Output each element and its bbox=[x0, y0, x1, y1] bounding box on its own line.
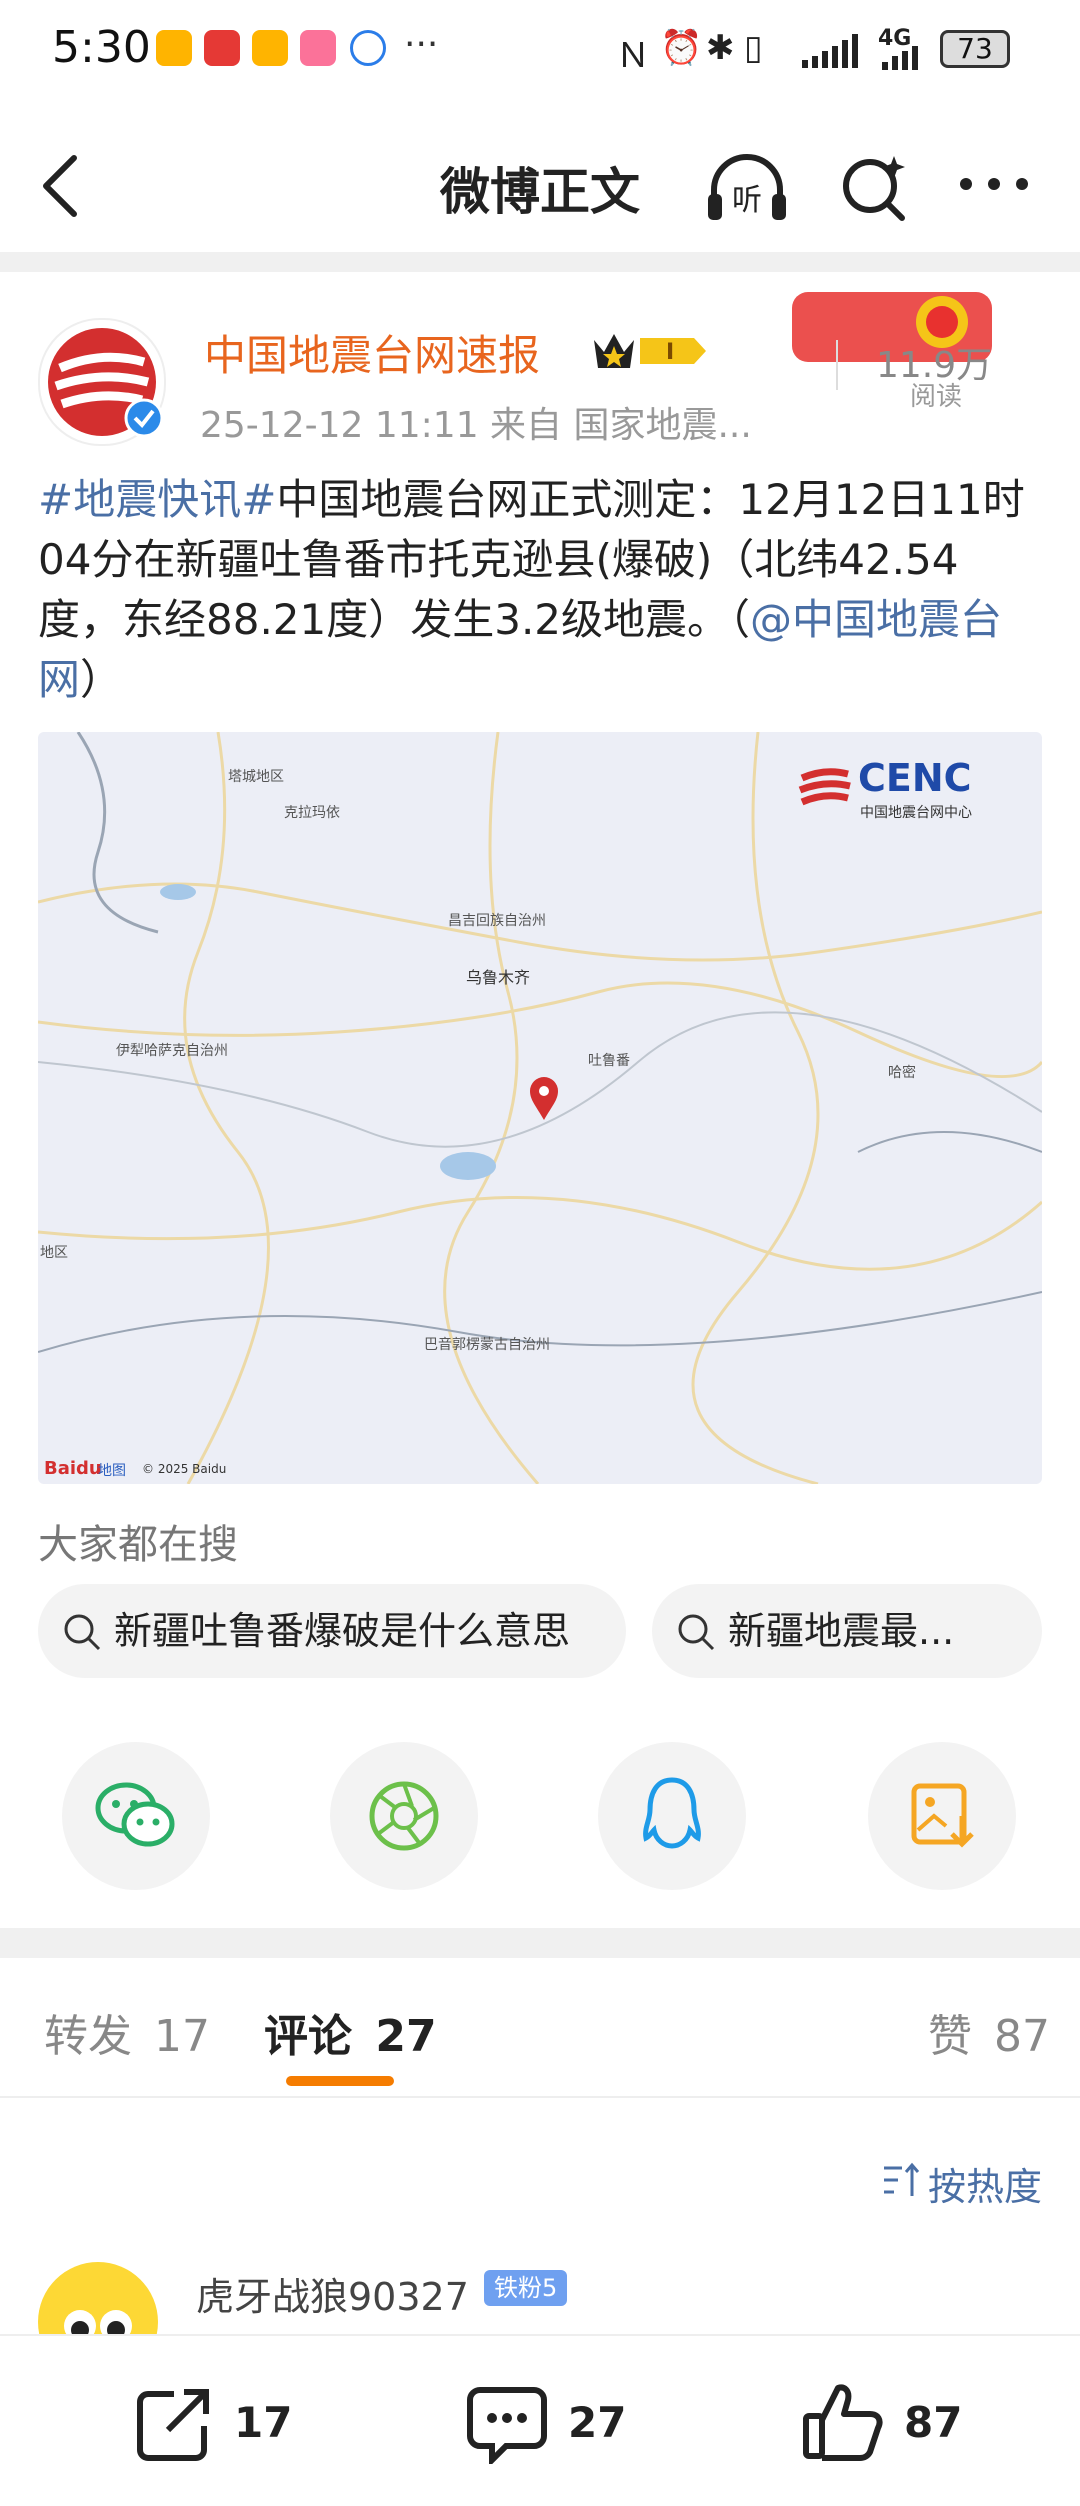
share-wechat-button[interactable] bbox=[62, 1742, 210, 1890]
weibo-app-icon-2 bbox=[252, 30, 288, 66]
baidu-map-label: 地图 bbox=[98, 1463, 126, 1479]
signal-icon-2 bbox=[882, 46, 918, 70]
sort-icon[interactable] bbox=[882, 2160, 922, 2200]
like-thumb-icon[interactable] bbox=[800, 2380, 884, 2464]
tab-like-label: 赞 bbox=[928, 2011, 972, 2062]
search-icon bbox=[64, 1614, 101, 1651]
read-count-label: 阅读 bbox=[910, 382, 963, 412]
map-label: 地区 bbox=[40, 1245, 68, 1261]
search-icon bbox=[678, 1614, 715, 1651]
save-image-icon bbox=[911, 1783, 974, 1848]
reads-divider bbox=[836, 340, 838, 390]
tab-comment[interactable]: 评论 27 bbox=[264, 2000, 437, 2064]
commenter-name[interactable]: 虎牙战狼90327 bbox=[196, 2266, 469, 2321]
comment-icon[interactable] bbox=[466, 2384, 548, 2464]
baidu-logo: Baidu bbox=[44, 1458, 102, 1479]
fan-badge: 铁粉5 bbox=[484, 2270, 568, 2306]
author-name[interactable]: 中国地震台网速报 bbox=[204, 322, 540, 383]
post-meta: 25-12-12 11:11 来自 国家地震... bbox=[200, 405, 752, 446]
verified-badge-icon bbox=[124, 398, 164, 438]
wechat-icon bbox=[95, 1782, 175, 1847]
nfc-icon: Ｎ bbox=[616, 36, 650, 76]
status-bar: 5:30 ··· Ｎ ⏰ ✱ ▯ 4G 73 bbox=[0, 0, 1080, 100]
bilibili-app-icon bbox=[300, 30, 336, 66]
map-label: 吐鲁番 bbox=[588, 1053, 630, 1069]
moments-icon bbox=[369, 1781, 439, 1851]
repost-icon[interactable] bbox=[134, 2384, 214, 2464]
browser-app-icon bbox=[350, 30, 386, 66]
bluetooth-icon: ✱ bbox=[706, 28, 735, 68]
tab-repost[interactable]: 转发 17 bbox=[44, 2000, 210, 2064]
tabs-divider bbox=[0, 2096, 1080, 2098]
signal-icon bbox=[802, 34, 858, 68]
map-label: 克拉玛依 bbox=[284, 805, 340, 821]
cenc-watermark: CENC 中国地震台网中心 bbox=[798, 756, 1024, 821]
cenc-logo-icon bbox=[798, 768, 851, 806]
page-title: 微博正文 bbox=[440, 163, 640, 221]
map-label: 哈密 bbox=[888, 1065, 916, 1081]
cenc-logo-text: CENC bbox=[858, 756, 972, 800]
bottom-repost-count[interactable]: 17 bbox=[234, 2398, 292, 2447]
map-label: 昌吉回族自治州 bbox=[448, 913, 546, 929]
map-label: 巴音郭楞蒙古自治州 bbox=[424, 1337, 550, 1353]
bottom-like-count[interactable]: 87 bbox=[904, 2398, 962, 2447]
share-qq-button[interactable] bbox=[598, 1742, 746, 1890]
post-body: #地震快讯#中国地震台网正式测定：12月12日11时04分在新疆吐鲁番市托克逊县… bbox=[38, 470, 1042, 710]
weibo-app-icon bbox=[156, 30, 192, 66]
epicenter-marker-icon bbox=[530, 1077, 558, 1120]
map-label: 伊犁哈萨克自治州 bbox=[116, 1043, 228, 1059]
alarm-icon: ⏰ bbox=[660, 28, 703, 68]
battery-indicator: 73 bbox=[940, 30, 1010, 68]
map-copyright: © 2025 Baidu bbox=[142, 1462, 227, 1476]
hot-search-text: 新疆吐鲁番爆破是什么意思 bbox=[114, 1609, 571, 1653]
post-hashtag[interactable]: #地震快讯# bbox=[38, 475, 276, 524]
hot-search-chip[interactable]: 新疆地震最... bbox=[652, 1584, 1042, 1678]
hot-search-title: 大家都在搜 bbox=[38, 1522, 238, 1568]
vibrate-icon: ▯ bbox=[744, 28, 763, 68]
map-label: 塔城地区 bbox=[228, 769, 284, 785]
hot-search-chip[interactable]: 新疆吐鲁番爆破是什么意思 bbox=[38, 1584, 626, 1678]
tab-comment-label: 评论 bbox=[264, 2011, 352, 2062]
tab-like-count: 87 bbox=[994, 2011, 1050, 2062]
bottom-comment-count[interactable]: 27 bbox=[568, 2398, 626, 2447]
more-notifications-icon: ··· bbox=[404, 24, 439, 65]
map-label: 乌鲁木齐 bbox=[466, 968, 531, 987]
tab-repost-label: 转发 bbox=[44, 2011, 132, 2062]
sort-by-hot-button[interactable]: 按热度 bbox=[928, 2156, 1042, 2211]
section-divider bbox=[0, 1928, 1080, 1958]
active-tab-indicator bbox=[286, 2076, 394, 2086]
tab-like[interactable]: 赞 87 bbox=[928, 2000, 1050, 2064]
tab-comment-count: 27 bbox=[375, 2011, 437, 2062]
byd-app-icon bbox=[204, 30, 240, 66]
tab-repost-count: 17 bbox=[154, 2011, 210, 2062]
qq-icon bbox=[643, 1777, 701, 1849]
hot-search-text: 新疆地震最... bbox=[728, 1609, 955, 1653]
status-time: 5:30 bbox=[52, 22, 151, 73]
save-image-button[interactable] bbox=[868, 1742, 1016, 1890]
post-text-end: ） bbox=[80, 655, 123, 704]
vip-crown-badge-icon[interactable]: I bbox=[590, 326, 710, 376]
cenc-subtitle: 中国地震台网中心 bbox=[860, 805, 972, 821]
section-divider bbox=[0, 252, 1080, 272]
share-moments-button[interactable] bbox=[330, 1742, 478, 1890]
svg-text:I: I bbox=[666, 340, 674, 365]
earthquake-map-image[interactable]: 塔城地区 克拉玛依 昌吉回族自治州 乌鲁木齐 伊犁哈萨克自治州 吐鲁番 哈密 地… bbox=[38, 732, 1042, 1484]
